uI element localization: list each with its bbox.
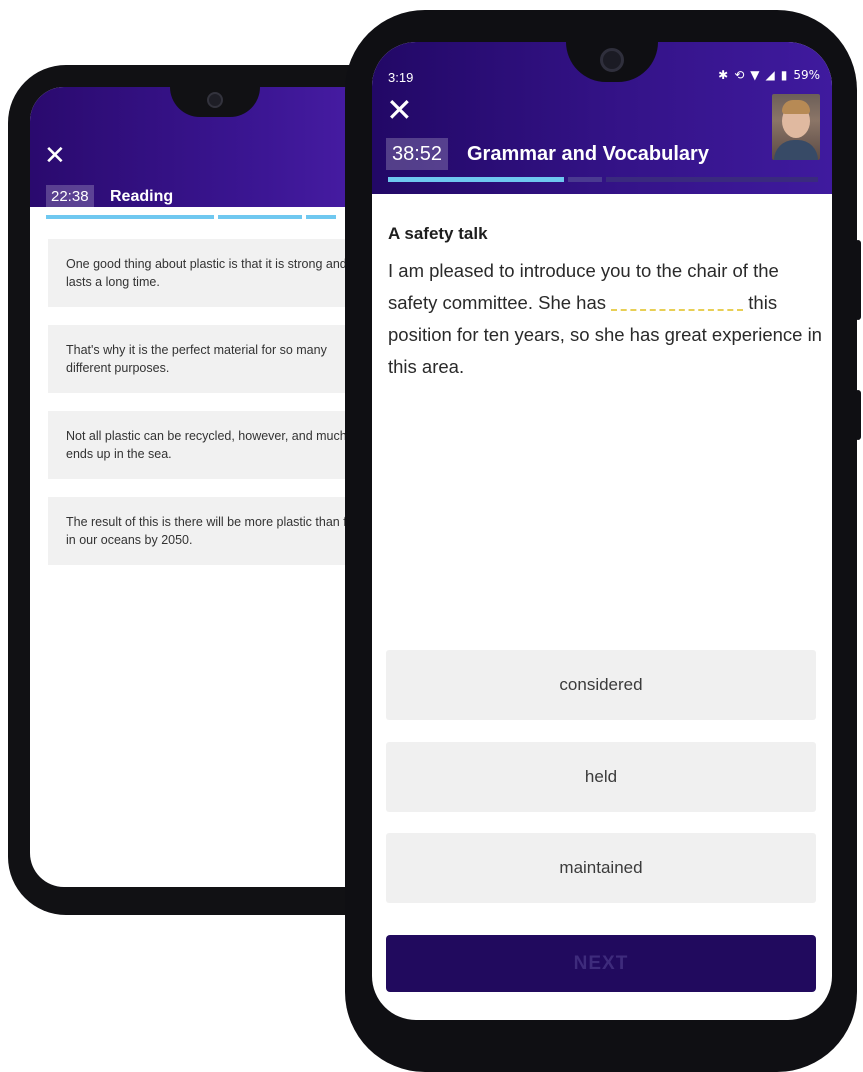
avatar-shirt <box>774 140 818 160</box>
answer-blank[interactable] <box>611 293 744 311</box>
section-title: Grammar and Vocabulary <box>467 143 709 165</box>
next-button[interactable]: NEXT <box>386 935 816 992</box>
progress-segment <box>568 177 602 182</box>
front-progress-bar <box>388 177 818 182</box>
reading-card[interactable]: The result of this is there will be more… <box>48 497 390 565</box>
avatar[interactable] <box>772 94 820 160</box>
back-phone-screen: ✕ 22:38 Reading One good thing about pla… <box>30 87 390 887</box>
back-timer: 22:38 <box>46 185 94 209</box>
answer-option-considered[interactable]: considered <box>386 650 816 720</box>
avatar-hair <box>782 100 810 114</box>
progress-segment <box>46 215 214 219</box>
answer-option-maintained[interactable]: maintained <box>386 833 816 903</box>
camera-icon <box>207 92 223 108</box>
question-text: I am pleased to introduce you to the cha… <box>388 255 828 383</box>
progress-segment <box>606 177 818 182</box>
answer-option-held[interactable]: held <box>386 742 816 812</box>
question-title: A safety talk <box>388 224 488 243</box>
camera-icon <box>600 48 624 72</box>
volume-button <box>855 240 861 320</box>
front-timer: 38:52 <box>386 138 449 170</box>
progress-segment <box>306 215 336 219</box>
battery-percent: 59% <box>793 68 820 82</box>
close-icon[interactable]: ✕ <box>386 94 413 126</box>
power-button <box>855 390 861 440</box>
front-phone: 3:19 ✱ ⟲ ▼ ◢ ▮ 59% ✕ 38:52 Grammar and V… <box>345 10 861 1072</box>
front-phone-screen: 3:19 ✱ ⟲ ▼ ◢ ▮ 59% ✕ 38:52 Grammar and V… <box>372 42 832 1020</box>
sync-icon: ⟲ <box>734 68 745 82</box>
reading-card[interactable]: Not all plastic can be recycled, however… <box>48 411 390 479</box>
back-section-title: Reading <box>110 188 174 205</box>
progress-segment-done <box>388 177 564 182</box>
wifi-icon: ▼ <box>750 68 760 82</box>
reading-card[interactable]: That's why it is the perfect material fo… <box>48 325 390 393</box>
back-progress-bar <box>46 215 390 219</box>
progress-segment <box>218 215 302 219</box>
status-time: 3:19 <box>388 70 414 85</box>
signal-icon: ◢ <box>765 68 775 82</box>
battery-icon: ▮ <box>780 68 788 82</box>
bluetooth-icon: ✱ <box>718 68 729 82</box>
reading-card[interactable]: One good thing about plastic is that it … <box>48 239 390 307</box>
reading-cards: One good thing about plastic is that it … <box>48 239 390 583</box>
close-icon[interactable]: ✕ <box>44 143 66 169</box>
status-icons: ✱ ⟲ ▼ ◢ ▮ 59% <box>718 68 820 82</box>
